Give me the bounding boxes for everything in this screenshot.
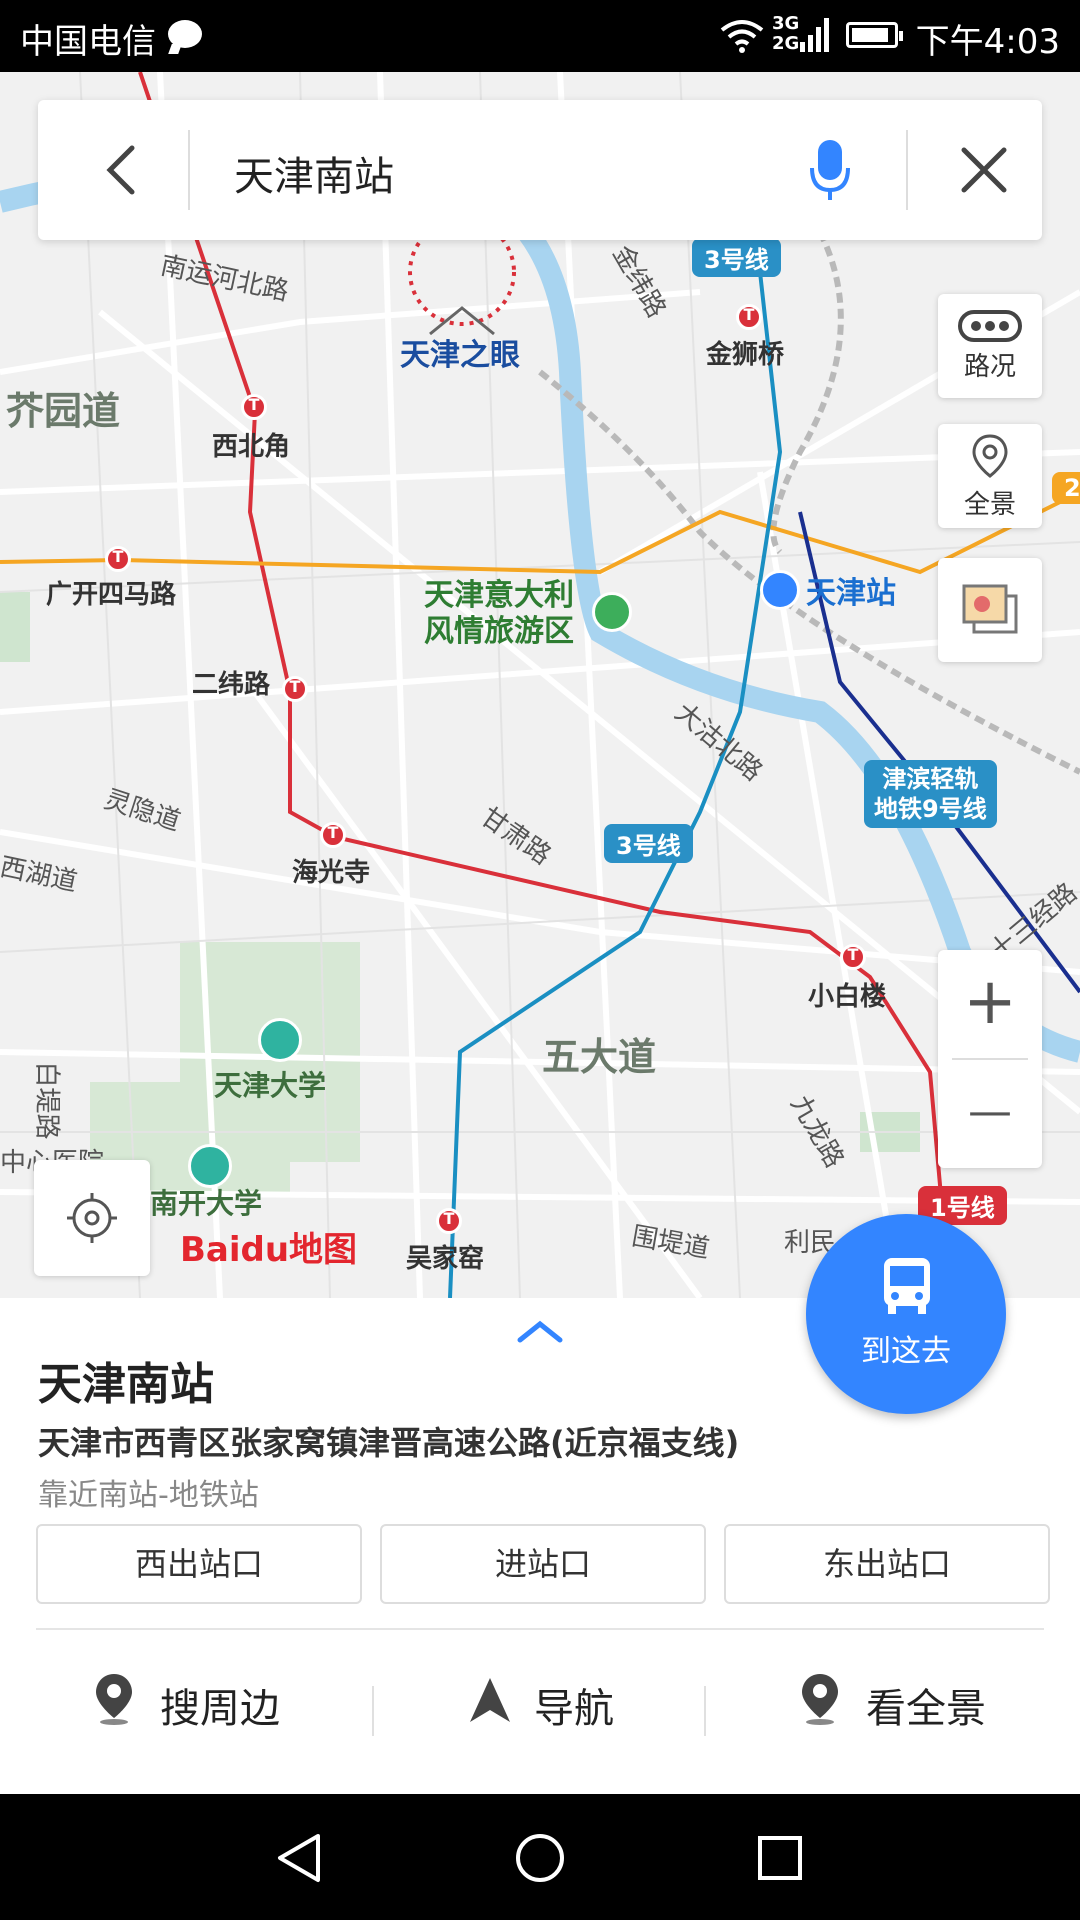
landmark-label[interactable]: 天津意大利 风情旅游区 bbox=[424, 578, 574, 650]
metro-station-xiaobailou[interactable] bbox=[840, 944, 866, 970]
chevron-up-icon[interactable] bbox=[516, 1316, 564, 1346]
go-here-button[interactable]: 到这去 bbox=[806, 1214, 1006, 1414]
station-label: 小白楼 bbox=[808, 982, 887, 1012]
zoom-in-button[interactable]: + bbox=[938, 958, 1042, 1046]
place-nearby: 靠近南站-地铁站 bbox=[38, 1478, 259, 1513]
location-pin-icon bbox=[96, 1674, 132, 1725]
zoom-control: + — bbox=[938, 950, 1042, 1168]
metro-station-wujiayao[interactable] bbox=[436, 1208, 462, 1234]
home-circle-icon[interactable] bbox=[514, 1832, 566, 1884]
station-label: 金狮桥 bbox=[706, 340, 785, 370]
divider bbox=[906, 130, 908, 210]
station-label: 二纬路 bbox=[192, 670, 271, 700]
metro-station-erwei[interactable] bbox=[282, 676, 308, 702]
station-exits: 西出站口 进站口 东出站口 bbox=[36, 1524, 1050, 1604]
station-label: 吴家窑 bbox=[406, 1244, 485, 1274]
back-triangle-icon[interactable] bbox=[274, 1832, 326, 1884]
navigate-label: 导航 bbox=[534, 1686, 614, 1732]
divider bbox=[188, 130, 190, 210]
search-bar: 天津南站 bbox=[38, 100, 1042, 240]
exit-button-entrance[interactable]: 进站口 bbox=[380, 1524, 706, 1604]
zoom-out-button[interactable]: — bbox=[938, 1068, 1042, 1156]
nearby-search-button[interactable]: 搜周边 bbox=[90, 1658, 310, 1748]
place-address: 天津市西青区张家窝镇津晋高速公路(近京福支线) bbox=[38, 1424, 740, 1462]
metro-station-haiguangsi[interactable] bbox=[320, 822, 346, 848]
university-icon[interactable] bbox=[188, 1144, 232, 1188]
exit-button-west[interactable]: 西出站口 bbox=[36, 1524, 362, 1604]
location-pin-icon bbox=[972, 434, 1008, 478]
network-type: 3G 2G bbox=[772, 13, 800, 54]
metro-station-jinshiqiao[interactable] bbox=[736, 304, 762, 330]
divider bbox=[704, 1686, 706, 1736]
recent-apps-icon[interactable] bbox=[754, 1832, 806, 1884]
place-title: 天津南站 bbox=[38, 1359, 214, 1410]
road-label: 白堤路 bbox=[31, 1061, 62, 1140]
location-pin-icon bbox=[802, 1674, 838, 1725]
nearby-search-label: 搜周边 bbox=[160, 1686, 280, 1732]
divider bbox=[952, 1058, 1028, 1060]
metro-line-badge: 津滨轻轨 地铁9号线 bbox=[864, 760, 997, 828]
battery-icon bbox=[846, 22, 903, 48]
road-label: 芥园道 bbox=[6, 389, 121, 433]
metro-line-badge: 3号线 bbox=[604, 824, 693, 863]
divider bbox=[372, 1686, 374, 1736]
museum-icon[interactable] bbox=[592, 592, 632, 632]
station-label: 广开四马路 bbox=[46, 580, 177, 610]
metro-station-xibeijiao[interactable] bbox=[241, 394, 267, 420]
divider bbox=[36, 1628, 1044, 1630]
baidu-map-logo: Baidu地图 bbox=[180, 1230, 358, 1270]
railway-station-icon[interactable] bbox=[760, 570, 800, 610]
university-label[interactable]: 南开大学 bbox=[150, 1182, 262, 1222]
map-layers-button[interactable] bbox=[938, 558, 1042, 662]
navigate-button[interactable]: 导航 bbox=[464, 1658, 644, 1748]
station-label: 海光寺 bbox=[292, 858, 371, 888]
traffic-label: 路况 bbox=[963, 352, 1016, 382]
locate-me-button[interactable] bbox=[34, 1160, 150, 1276]
microphone-icon[interactable] bbox=[808, 138, 852, 202]
crosshair-icon bbox=[67, 1193, 117, 1243]
university-label[interactable]: 天津大学 bbox=[214, 1064, 326, 1104]
railway-station-label[interactable]: 天津站 bbox=[806, 568, 896, 612]
metro-line-badge: 2 bbox=[1052, 472, 1080, 504]
university-icon[interactable] bbox=[258, 1018, 302, 1062]
map-view[interactable]: 芥园道 西北角 广开四马路 南运河北路 天津之眼 金狮桥 金纬路 天津意大利风情… bbox=[0, 72, 1080, 1298]
search-input[interactable]: 天津南站 bbox=[234, 144, 394, 202]
layers-icon bbox=[962, 584, 1018, 634]
go-here-label: 到这去 bbox=[861, 1334, 951, 1369]
clock: 下午4:03 bbox=[915, 22, 1060, 62]
status-bar: 中国电信 3G 2G 下午4:03 bbox=[0, 0, 1080, 72]
navigation-arrow-icon bbox=[470, 1678, 510, 1722]
panorama-button[interactable]: 全景 bbox=[938, 424, 1042, 528]
back-arrow-icon[interactable] bbox=[92, 140, 152, 200]
metro-line-badge: 3号线 bbox=[692, 238, 781, 277]
landmark-label[interactable]: 天津之眼 bbox=[400, 330, 520, 374]
traffic-icon bbox=[958, 310, 1022, 342]
station-label: 西北角 bbox=[212, 432, 291, 462]
wifi-icon bbox=[720, 20, 764, 53]
exit-button-east[interactable]: 东出站口 bbox=[724, 1524, 1050, 1604]
district-label: 五大道 bbox=[542, 1035, 657, 1079]
system-nav-bar bbox=[0, 1794, 1080, 1920]
panorama-label: 全景 bbox=[963, 490, 1016, 520]
bus-icon bbox=[884, 1258, 930, 1314]
message-notification-icon bbox=[168, 20, 202, 48]
signal-icon bbox=[800, 18, 829, 52]
carrier-name: 中国电信 bbox=[20, 22, 156, 62]
view-panorama-button[interactable]: 看全景 bbox=[800, 1658, 1020, 1748]
traffic-button[interactable]: 路况 bbox=[938, 294, 1042, 398]
close-icon[interactable] bbox=[956, 142, 1012, 198]
metro-station-guangkai[interactable] bbox=[105, 546, 131, 572]
view-panorama-label: 看全景 bbox=[866, 1686, 986, 1732]
